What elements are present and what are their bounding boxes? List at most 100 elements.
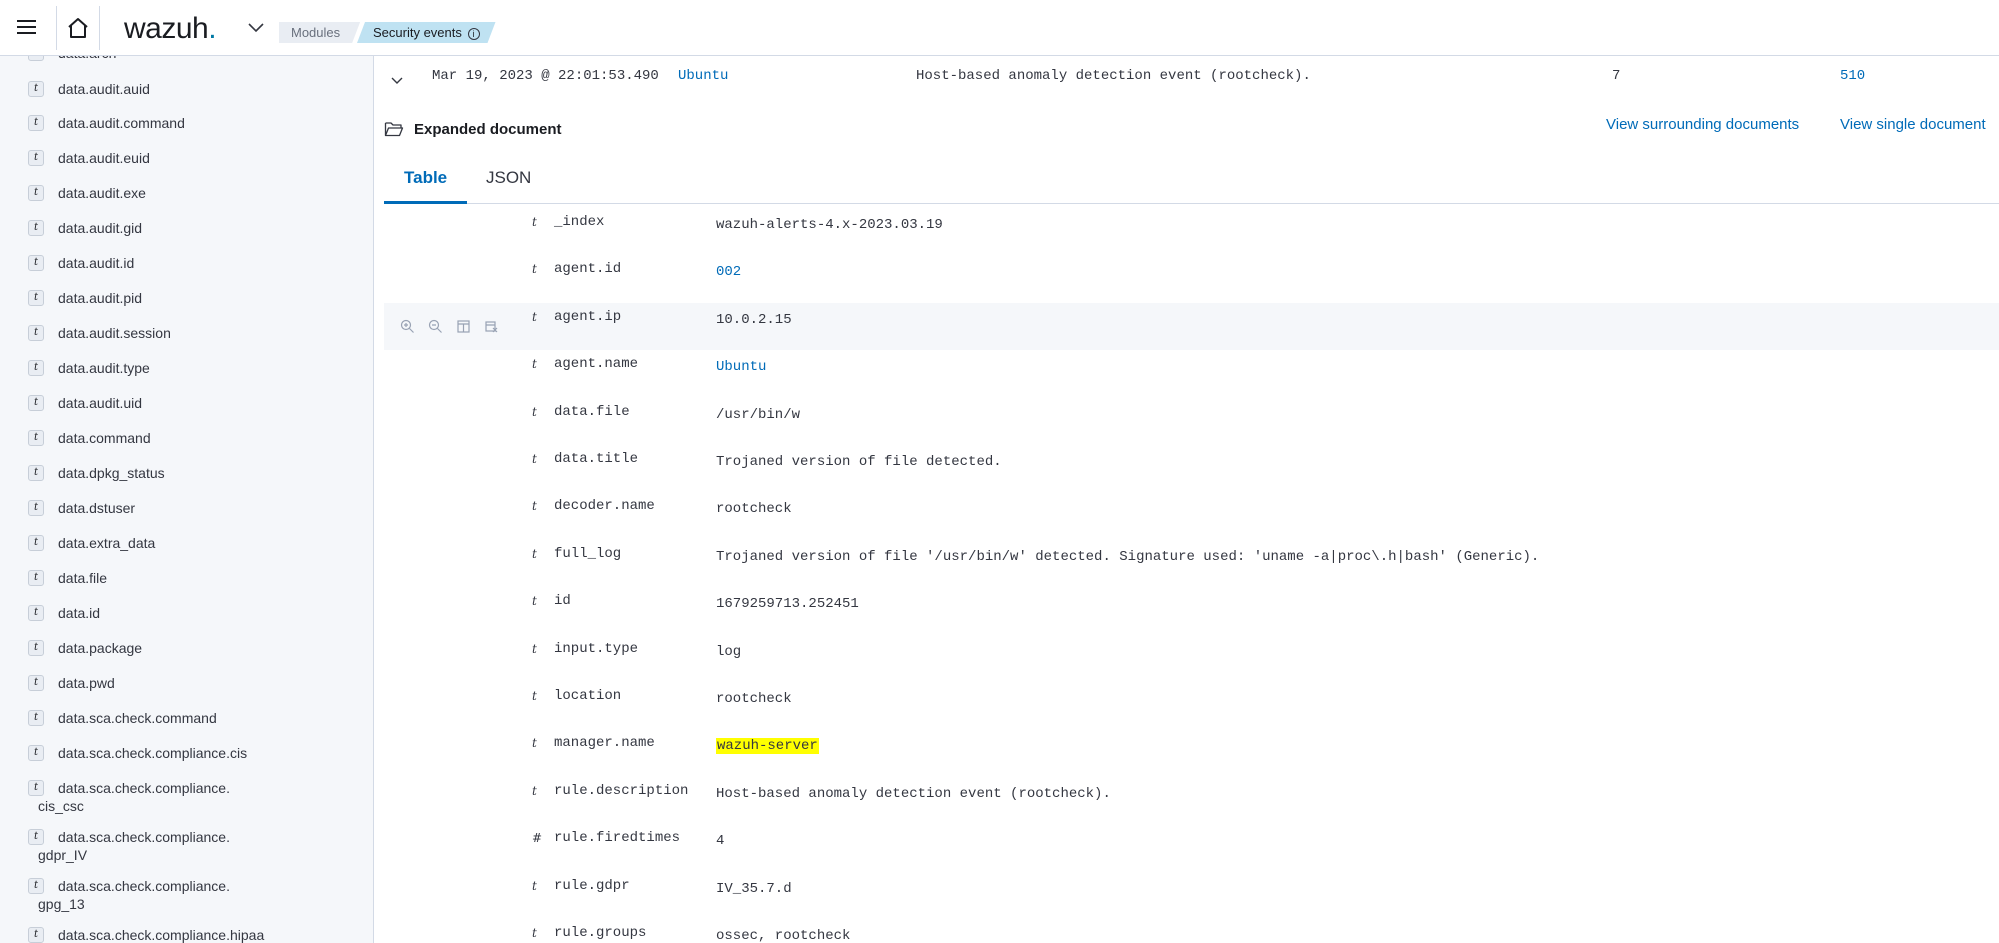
field-name: rule.groups bbox=[554, 925, 647, 941]
sidebar-field-label: data.sca.check.compliance. gpg_13 bbox=[38, 877, 258, 913]
sidebar-field-item[interactable]: t data.sca.check.compliance.cis bbox=[28, 744, 258, 762]
field-name: agent.id bbox=[554, 261, 622, 277]
field-value: ossec, rootcheck bbox=[716, 928, 851, 943]
sidebar-field-item[interactable]: t data.sca.check.compliance.hipaa bbox=[28, 926, 264, 943]
field-value: Trojaned version of file '/usr/bin/w' de… bbox=[716, 549, 1540, 565]
document-panel: Mar 19, 2023 @ 22:01:53.490 Ubuntu Host-… bbox=[374, 56, 1999, 943]
field-value: wazuh-alerts-4.x-2023.03.19 bbox=[716, 217, 943, 233]
field-type-icon: t bbox=[532, 642, 537, 656]
sidebar-field-item[interactable]: t data.audit.gid bbox=[28, 219, 258, 237]
field-type-icon: t bbox=[28, 500, 44, 516]
field-name: id bbox=[554, 593, 571, 609]
field-type-icon: t bbox=[28, 395, 44, 411]
field-name: rule.firedtimes bbox=[554, 830, 681, 846]
field-row: t agent.ip 10.0.2.15 bbox=[384, 303, 1999, 350]
sidebar-field-label-line: data.sca.check.compliance.hipaa bbox=[58, 927, 265, 943]
field-name: location bbox=[554, 688, 622, 704]
sidebar-field-item[interactable]: t data.sca.check.compliance. gdpr_IV bbox=[28, 828, 258, 864]
view-single-document-link[interactable]: View single document bbox=[1840, 116, 1986, 133]
sidebar-field-label-line: data.file bbox=[58, 570, 108, 586]
sidebar-field-item[interactable]: t data.audit.id bbox=[28, 254, 258, 272]
field-type-icon: t bbox=[532, 499, 537, 513]
sidebar-field-item[interactable]: t data.command bbox=[28, 429, 258, 447]
field-value: rootcheck bbox=[716, 501, 792, 517]
sidebar-field-item[interactable]: t data.audit.command bbox=[28, 114, 258, 132]
home-button[interactable] bbox=[56, 6, 100, 50]
field-type-icon: t bbox=[28, 675, 44, 691]
row-agent-link[interactable]: Ubuntu bbox=[678, 68, 728, 84]
sidebar-field-label: data.audit.id bbox=[58, 254, 258, 272]
sidebar-field-label: data.arch bbox=[58, 56, 258, 62]
field-value-link[interactable]: Ubuntu bbox=[716, 359, 766, 375]
sidebar-field-label-line: data.audit.gid bbox=[58, 220, 143, 236]
sidebar-field-label-line: data.audit.session bbox=[58, 325, 171, 341]
field-row: t data.file/usr/bin/w bbox=[384, 398, 1999, 445]
field-row: t rule.description Host-based anomaly dete… bbox=[384, 777, 1999, 824]
sidebar-field-label: data.package bbox=[58, 639, 258, 657]
field-row: t agent.id 002 bbox=[384, 255, 1999, 302]
document-row[interactable]: Mar 19, 2023 @ 22:01:53.490 Ubuntu Host-… bbox=[374, 56, 1999, 100]
sidebar-field-item[interactable]: t data.arch bbox=[28, 56, 258, 62]
sidebar-field-label: data.audit.exe bbox=[58, 184, 258, 202]
field-value: log bbox=[716, 644, 742, 660]
wazuh-logo[interactable]: wazuh. bbox=[124, 12, 217, 46]
menu-icon[interactable] bbox=[14, 15, 40, 41]
sidebar-field-label-line: data.audit.auid bbox=[58, 81, 150, 97]
field-type-icon: t bbox=[532, 879, 537, 893]
field-type-icon: t bbox=[28, 605, 44, 621]
sidebar-field-label-line: data.audit.pid bbox=[58, 290, 143, 306]
sidebar-field-item[interactable]: t data.sca.check.command bbox=[28, 709, 258, 727]
field-row: t rule.gdpr IV_35.7.d bbox=[384, 872, 1999, 919]
sidebar-field-label-line: data.pwd bbox=[58, 675, 115, 691]
field-value: 4 bbox=[716, 833, 725, 849]
sidebar-field-label-line: data.sca.check.compliance. bbox=[58, 878, 230, 894]
sidebar-field-label: data.dpkg_status bbox=[58, 464, 258, 482]
field-value-link[interactable]: 002 bbox=[716, 264, 741, 280]
sidebar-field-label: data.sca.check.compliance. gdpr_IV bbox=[38, 828, 258, 864]
field-type-icon: t bbox=[532, 452, 537, 466]
view-surrounding-documents-link[interactable]: View surrounding documents bbox=[1606, 116, 1799, 133]
chevron-down-icon[interactable] bbox=[246, 20, 266, 36]
field-row: t full_log Trojaned version of file '/usr/… bbox=[384, 540, 1999, 587]
chevron-down-icon[interactable] bbox=[388, 71, 406, 89]
sidebar-field-item[interactable]: t data.pwd bbox=[28, 674, 258, 692]
expanded-document-header: Expanded document bbox=[384, 114, 562, 144]
filter-exists-icon[interactable] bbox=[482, 317, 501, 336]
zoom-in-icon[interactable] bbox=[398, 317, 417, 336]
sidebar-field-label: data.audit.uid bbox=[58, 394, 258, 412]
field-value: IV_35.7.d bbox=[716, 881, 792, 897]
info-icon[interactable]: i bbox=[468, 28, 480, 40]
sidebar-field-label-line: data.id bbox=[58, 605, 101, 621]
sidebar-field-item[interactable]: t data.extra_data bbox=[28, 534, 258, 552]
zoom-out-icon[interactable] bbox=[426, 317, 445, 336]
sidebar-field-item[interactable]: t data.audit.session bbox=[28, 324, 258, 342]
sidebar-field-item[interactable]: t data.audit.euid bbox=[28, 149, 258, 167]
field-name: _index bbox=[554, 214, 605, 230]
field-value: rootcheck bbox=[716, 691, 792, 707]
breadcrumb-modules[interactable]: Modules bbox=[279, 22, 360, 43]
sidebar-field-item[interactable]: t data.file bbox=[28, 569, 258, 587]
sidebar-field-item[interactable]: t data.sca.check.compliance. gpg_13 bbox=[28, 877, 258, 913]
sidebar-field-item[interactable]: t data.package bbox=[28, 639, 258, 657]
row-rule-id-link[interactable]: 510 bbox=[1840, 68, 1865, 84]
tab-table[interactable]: Table bbox=[384, 154, 468, 204]
row-timestamp: Mar 19, 2023 @ 22:01:53.490 bbox=[432, 68, 659, 84]
tab-json[interactable]: JSON bbox=[466, 154, 551, 204]
sidebar-field-label: data.command bbox=[58, 429, 258, 447]
sidebar-field-label-line: data.sca.check.compliance. bbox=[58, 780, 230, 796]
sidebar-field-item[interactable]: t data.audit.pid bbox=[28, 289, 258, 307]
toggle-column-icon[interactable] bbox=[454, 317, 473, 336]
field-value: Host-based anomaly detection event (root… bbox=[716, 786, 1111, 802]
field-type-icon: t bbox=[28, 829, 44, 845]
sidebar-field-item[interactable]: t data.dpkg_status bbox=[28, 464, 258, 482]
sidebar-field-item[interactable]: t data.dstuser bbox=[28, 499, 258, 517]
sidebar-field-item[interactable]: t data.sca.check.compliance. cis_csc bbox=[28, 779, 258, 815]
field-type-icon: t bbox=[28, 150, 44, 166]
sidebar-field-item[interactable]: t data.audit.type bbox=[28, 359, 258, 377]
sidebar-field-item[interactable]: t data.id bbox=[28, 604, 258, 622]
sidebar-field-item[interactable]: t data.audit.auid bbox=[28, 80, 258, 98]
sidebar-field-item[interactable]: t data.audit.exe bbox=[28, 184, 258, 202]
sidebar-field-item[interactable]: t data.audit.uid bbox=[28, 394, 258, 412]
field-name: rule.description bbox=[554, 783, 689, 799]
field-row: t decoder.name rootcheck bbox=[384, 492, 1999, 539]
